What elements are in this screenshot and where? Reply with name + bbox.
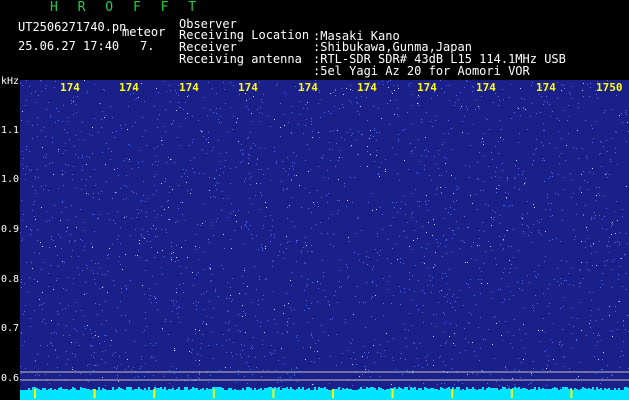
file-name: UT2506271740.pn (18, 20, 127, 34)
y-tick-label: 0.6 (1, 373, 20, 384)
x-tick-label: 174 (536, 81, 556, 94)
x-tick-label: 174 (238, 81, 258, 94)
spectrogram-background (20, 80, 629, 400)
meteor-label: meteor (122, 25, 166, 39)
x-tick-label: 174 (357, 81, 377, 94)
y-tick-label: 0.7 (1, 323, 20, 334)
meteor-count: 7. (140, 39, 155, 53)
date-time: 25.06.27 17:40 (18, 39, 120, 53)
x-tick-label: 1750 (596, 81, 623, 94)
antenna-value: :5el Yagi Az 20 for Aomori VOR (313, 64, 530, 78)
y-axis-unit: kHz (1, 76, 20, 87)
x-tick-label: 174 (298, 81, 318, 94)
spectrogram (20, 80, 629, 400)
y-tick-label: 1.1 (1, 125, 20, 136)
x-tick-label: 174 (119, 81, 139, 94)
y-tick-label: 0.8 (1, 274, 20, 285)
x-tick-label: 174 (476, 81, 496, 94)
y-tick-label: 1.0 (1, 174, 20, 185)
antenna-label: Receiving antenna (179, 52, 302, 66)
antenna-row: Receiving antenna :5el Yagi Az 20 for Ao… (179, 41, 530, 77)
x-tick-label: 174 (179, 81, 199, 94)
y-tick-label: 0.9 (1, 224, 20, 235)
x-tick-label: 174 (417, 81, 437, 94)
x-tick-label: 174 (60, 81, 80, 94)
